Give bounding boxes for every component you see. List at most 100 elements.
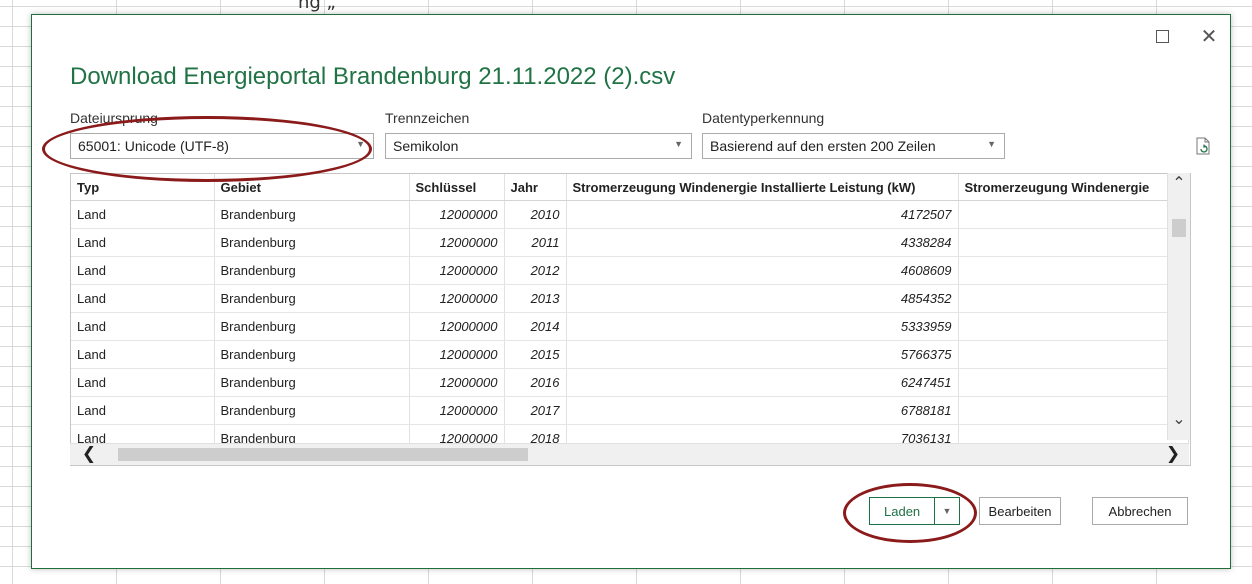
- cell-schluessel: 12000000: [409, 200, 505, 229]
- dialog-title: Download Energieportal Brandenburg 21.11…: [70, 63, 676, 90]
- scroll-left-icon[interactable]: ❮: [78, 444, 100, 465]
- trennzeichen-value: Semikolon: [393, 138, 459, 154]
- cell-gebiet: Brandenburg: [214, 340, 410, 369]
- cell-gebiet: Brandenburg: [214, 312, 410, 341]
- cell-gebiet: Brandenburg: [214, 256, 410, 285]
- cell-schluessel: 12000000: [409, 396, 505, 425]
- cell-schluessel: 12000000: [409, 340, 505, 369]
- laden-dropdown-arrow-icon[interactable]: ▼: [934, 498, 959, 524]
- cell-installierte-leistung: 4608609: [566, 256, 959, 285]
- cell-jahr: 2010: [504, 200, 567, 229]
- cell-installierte-leistung: 5766375: [566, 340, 959, 369]
- cell-gebiet: Brandenburg: [214, 200, 410, 229]
- column-header-schluessel: Schlüssel: [409, 174, 505, 201]
- cell-gebiet: Brandenburg: [214, 396, 410, 425]
- cell-stromerzeugung: [958, 284, 1189, 313]
- dateiursprung-select[interactable]: 65001: Unicode (UTF-8) ▼: [70, 133, 374, 159]
- refresh-preview-icon[interactable]: [1196, 137, 1210, 155]
- table-row: Land Brandenburg 12000000 2014 5333959: [71, 312, 1189, 341]
- datentyperkennung-select[interactable]: Basierend auf den ersten 200 Zeilen ▼: [702, 133, 1005, 159]
- cell-schluessel: 12000000: [409, 284, 505, 313]
- bearbeiten-button[interactable]: Bearbeiten: [979, 497, 1061, 525]
- table-row: Land Brandenburg 12000000 2016 6247451: [71, 368, 1189, 397]
- column-header-stromerzeugung: Stromerzeugung Windenergie: [958, 174, 1189, 201]
- cell-typ: Land: [71, 312, 215, 341]
- datentyperkennung-label: Datentyperkennung: [702, 110, 825, 126]
- cell-stromerzeugung: [958, 256, 1189, 285]
- cell-typ: Land: [71, 368, 215, 397]
- cell-stromerzeugung: [958, 368, 1189, 397]
- cell-installierte-leistung: 5333959: [566, 312, 959, 341]
- preview-table: Typ Gebiet Schlüssel Jahr Stromerzeugung…: [71, 174, 1189, 453]
- cell-schluessel: 12000000: [409, 368, 505, 397]
- table-row: Land Brandenburg 12000000 2011 4338284: [71, 228, 1189, 257]
- cell-jahr: 2012: [504, 256, 567, 285]
- table-row: Land Brandenburg 12000000 2010 4172507: [71, 200, 1189, 229]
- cell-gebiet: Brandenburg: [214, 228, 410, 257]
- restore-icon: [1155, 29, 1169, 43]
- table-header-row: Typ Gebiet Schlüssel Jahr Stromerzeugung…: [71, 174, 1189, 201]
- close-icon: ✕: [1200, 24, 1218, 48]
- column-header-jahr: Jahr: [504, 174, 567, 201]
- laden-split-button[interactable]: Laden ▼: [869, 497, 960, 525]
- cell-jahr: 2011: [504, 228, 567, 257]
- cell-typ: Land: [71, 256, 215, 285]
- column-header-typ: Typ: [71, 174, 215, 201]
- cell-stromerzeugung: [958, 340, 1189, 369]
- cell-typ: Land: [71, 396, 215, 425]
- cell-gebiet: Brandenburg: [214, 368, 410, 397]
- close-button[interactable]: ✕: [1196, 23, 1222, 49]
- cell-jahr: 2015: [504, 340, 567, 369]
- table-row: Land Brandenburg 12000000 2015 5766375: [71, 340, 1189, 369]
- cell-installierte-leistung: 4854352: [566, 284, 959, 313]
- column-header-installierte-leistung: Stromerzeugung Windenergie Installierte …: [566, 174, 959, 201]
- dateiursprung-label: Dateiursprung: [70, 110, 158, 126]
- bearbeiten-label: Bearbeiten: [988, 503, 1052, 519]
- cell-jahr: 2013: [504, 284, 567, 313]
- abbrechen-button[interactable]: Abbrechen: [1092, 497, 1188, 525]
- cell-jahr: 2017: [504, 396, 567, 425]
- abbrechen-label: Abbrechen: [1108, 503, 1172, 519]
- cell-jahr: 2016: [504, 368, 567, 397]
- scroll-down-icon[interactable]: ⌄: [1168, 409, 1190, 429]
- cell-installierte-leistung: 4172507: [566, 200, 959, 229]
- column-header-gebiet: Gebiet: [214, 174, 410, 201]
- vertical-scrollbar[interactable]: ⌃ ⌄: [1167, 173, 1190, 440]
- cell-installierte-leistung: 6247451: [566, 368, 959, 397]
- cell-typ: Land: [71, 200, 215, 229]
- scroll-right-icon[interactable]: ❯: [1162, 444, 1184, 465]
- chevron-down-icon: ▼: [674, 139, 683, 149]
- trennzeichen-select[interactable]: Semikolon ▼: [385, 133, 692, 159]
- trennzeichen-label: Trennzeichen: [385, 110, 470, 126]
- cell-typ: Land: [71, 340, 215, 369]
- horizontal-scroll-thumb[interactable]: [118, 448, 528, 461]
- vertical-scroll-thumb[interactable]: [1172, 219, 1186, 237]
- cell-stromerzeugung: [958, 396, 1189, 425]
- cell-stromerzeugung: [958, 200, 1189, 229]
- cell-typ: Land: [71, 284, 215, 313]
- table-row: Land Brandenburg 12000000 2013 4854352: [71, 284, 1189, 313]
- cell-schluessel: 12000000: [409, 312, 505, 341]
- cell-schluessel: 12000000: [409, 228, 505, 257]
- preview-table-container: Typ Gebiet Schlüssel Jahr Stromerzeugung…: [70, 173, 1191, 466]
- background-text: ng „: [298, 0, 336, 13]
- laden-button-label[interactable]: Laden: [884, 504, 920, 519]
- chevron-down-icon: ▼: [987, 139, 996, 149]
- dateiursprung-value: 65001: Unicode (UTF-8): [78, 138, 229, 154]
- datentyperkennung-value: Basierend auf den ersten 200 Zeilen: [710, 138, 936, 154]
- chevron-down-icon: ▼: [356, 139, 365, 149]
- cell-schluessel: 12000000: [409, 256, 505, 285]
- scroll-up-icon[interactable]: ⌃: [1168, 173, 1190, 193]
- horizontal-scrollbar[interactable]: ❮ ❯: [70, 443, 1189, 465]
- cell-installierte-leistung: 4338284: [566, 228, 959, 257]
- cell-stromerzeugung: [958, 312, 1189, 341]
- cell-stromerzeugung: [958, 228, 1189, 257]
- table-row: Land Brandenburg 12000000 2017 6788181: [71, 396, 1189, 425]
- restore-button[interactable]: [1149, 23, 1175, 49]
- table-row: Land Brandenburg 12000000 2012 4608609: [71, 256, 1189, 285]
- cell-typ: Land: [71, 228, 215, 257]
- cell-jahr: 2014: [504, 312, 567, 341]
- cell-installierte-leistung: 6788181: [566, 396, 959, 425]
- cell-gebiet: Brandenburg: [214, 284, 410, 313]
- import-dialog: ✕ Download Energieportal Brandenburg 21.…: [31, 14, 1231, 569]
